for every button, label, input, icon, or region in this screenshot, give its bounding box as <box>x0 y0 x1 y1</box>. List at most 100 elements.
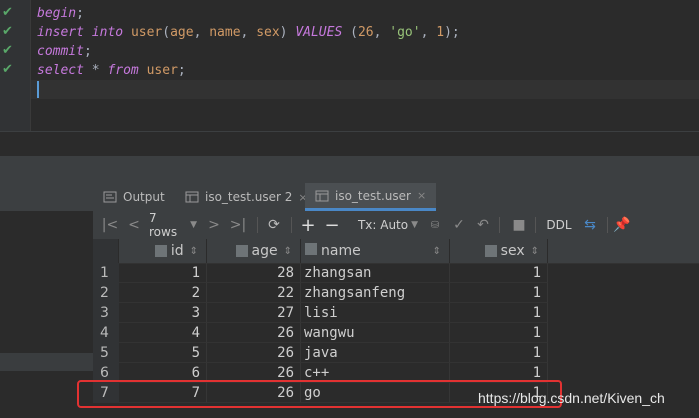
services-tree-selected-item[interactable] <box>0 353 93 371</box>
code-line[interactable]: begin; <box>37 4 460 23</box>
table-cell[interactable]: lisi <box>301 303 450 323</box>
chevron-down-icon: ▼ <box>411 220 419 230</box>
db-icon[interactable]: ⛁ <box>427 211 443 239</box>
check-icon: ✔ <box>2 62 13 77</box>
sort-icon[interactable]: ⇕ <box>433 246 441 257</box>
next-page-icon[interactable]: > <box>207 211 221 239</box>
row-number: 3 <box>93 303 119 323</box>
toolbar-separator <box>257 217 258 233</box>
toolbar-separator <box>535 217 536 233</box>
code-token: ); <box>444 25 460 40</box>
code-token: commit <box>37 44 84 59</box>
code-token: ( <box>342 25 358 40</box>
table-row[interactable]: 3 3 27 lisi 1 <box>93 303 699 323</box>
table-row[interactable]: 5 5 26 java 1 <box>93 343 699 363</box>
code-token: , <box>193 25 210 40</box>
table-cell[interactable]: 4 <box>119 323 207 343</box>
table-cell[interactable]: 1 <box>450 283 548 303</box>
column-header-name[interactable]: name ⇕ <box>301 239 450 263</box>
tab-iso-test-user-2[interactable]: iso_test.user 2 × <box>185 183 308 211</box>
toolbar-separator <box>291 217 292 233</box>
table-cell[interactable]: 2 <box>119 283 207 303</box>
table-cell[interactable]: 1 <box>450 303 548 323</box>
column-header-id[interactable]: id ⇕ <box>119 239 207 263</box>
services-tree-toolbar <box>0 183 93 211</box>
tab-label: Output <box>123 190 165 204</box>
table-cell[interactable]: zhangsan <box>301 263 450 283</box>
sort-icon[interactable]: ⇕ <box>531 246 539 257</box>
code-token: ) <box>279 25 296 40</box>
code-token: ( <box>162 25 171 40</box>
sort-icon[interactable]: ⇕ <box>190 246 198 257</box>
code-token: , <box>373 25 390 40</box>
code-token: VALUES <box>295 25 343 40</box>
editor-status-area <box>0 131 699 157</box>
refresh-icon[interactable]: ⟳ <box>265 211 283 239</box>
table-row[interactable]: 4 4 26 wangwu 1 <box>93 323 699 343</box>
current-line-highlight <box>31 80 699 99</box>
toolbar-separator <box>607 217 608 233</box>
table-cell[interactable]: 5 <box>119 343 207 363</box>
row-number: 4 <box>93 323 119 343</box>
tab-label: iso_test.user 2 <box>205 190 293 204</box>
code-line[interactable]: select * from user; <box>37 61 460 80</box>
compare-icon[interactable]: ⇆ <box>581 211 599 239</box>
table-cell[interactable]: 3 <box>119 303 207 323</box>
table-cell[interactable]: 26 <box>207 323 301 343</box>
check-icon: ✔ <box>2 43 13 58</box>
editor-gutter: ✔ ✔ ✔ ✔ <box>0 0 31 131</box>
tab-label: iso_test.user <box>335 188 411 203</box>
table-cell[interactable]: 1 <box>119 263 207 283</box>
table-cell[interactable]: wangwu <box>301 323 450 343</box>
column-header-age[interactable]: age ⇕ <box>207 239 301 263</box>
prev-page-icon[interactable]: < <box>127 211 141 239</box>
code-lines[interactable]: begin; insert into user(age, name, sex) V… <box>37 4 460 80</box>
code-token: select <box>37 63 84 78</box>
code-token: user <box>130 25 163 40</box>
sort-icon[interactable]: ⇕ <box>284 246 292 257</box>
tab-iso-test-user[interactable]: iso_test.user × <box>305 183 437 211</box>
delete-row-icon[interactable]: − <box>323 211 341 239</box>
row-number: 2 <box>93 283 119 303</box>
table-cell[interactable]: 26 <box>207 343 301 363</box>
stop-icon[interactable]: ■ <box>511 211 527 239</box>
table-cell[interactable]: 27 <box>207 303 301 323</box>
row-count-dropdown[interactable]: 7 rows ▼ <box>149 211 197 239</box>
last-page-icon[interactable]: >| <box>229 211 247 239</box>
code-line[interactable]: insert into user(age, name, sex) VALUES … <box>37 23 460 42</box>
transaction-mode-dropdown[interactable]: Tx: Auto ▼ <box>357 211 419 239</box>
table-cell[interactable]: 28 <box>207 263 301 283</box>
code-token: 26 <box>357 25 374 40</box>
row-number: 5 <box>93 343 119 363</box>
column-header-sex[interactable]: sex ⇕ <box>450 239 548 263</box>
grid-header: id ⇕ age ⇕ name ⇕ sex ⇕ <box>93 239 699 264</box>
pin-icon[interactable]: 📌 <box>613 211 631 239</box>
table-cell[interactable]: 1 <box>450 323 548 343</box>
services-header-bar <box>0 156 699 183</box>
table-row[interactable]: 2 2 22 zhangsanfeng 1 <box>93 283 699 303</box>
tab-output[interactable]: Output <box>103 183 165 211</box>
sql-editor[interactable]: ✔ ✔ ✔ ✔ begin; insert into user(age, name… <box>0 0 699 131</box>
code-token: 'go' <box>389 25 421 40</box>
rollback-icon[interactable]: ↶ <box>475 211 491 239</box>
ddl-button[interactable]: DDL <box>545 211 573 239</box>
code-token: begin <box>37 6 77 21</box>
table-row[interactable]: 1 1 28 zhangsan 1 <box>93 263 699 283</box>
table-cell[interactable]: 1 <box>450 343 548 363</box>
table-cell[interactable]: zhangsanfeng <box>301 283 450 303</box>
table-cell[interactable]: 22 <box>207 283 301 303</box>
check-icon: ✔ <box>2 5 13 20</box>
table-cell[interactable]: java <box>301 343 450 363</box>
add-row-icon[interactable]: + <box>299 211 317 239</box>
code-token: into <box>91 25 124 40</box>
close-icon[interactable]: × <box>417 189 426 202</box>
commit-check-icon[interactable]: ✓ <box>451 211 467 239</box>
tx-mode-label: Tx: Auto <box>357 218 409 232</box>
row-number-header <box>93 239 119 263</box>
code-line[interactable]: commit; <box>37 42 460 61</box>
first-page-icon[interactable]: |< <box>101 211 119 239</box>
table-cell[interactable]: 1 <box>450 263 548 283</box>
